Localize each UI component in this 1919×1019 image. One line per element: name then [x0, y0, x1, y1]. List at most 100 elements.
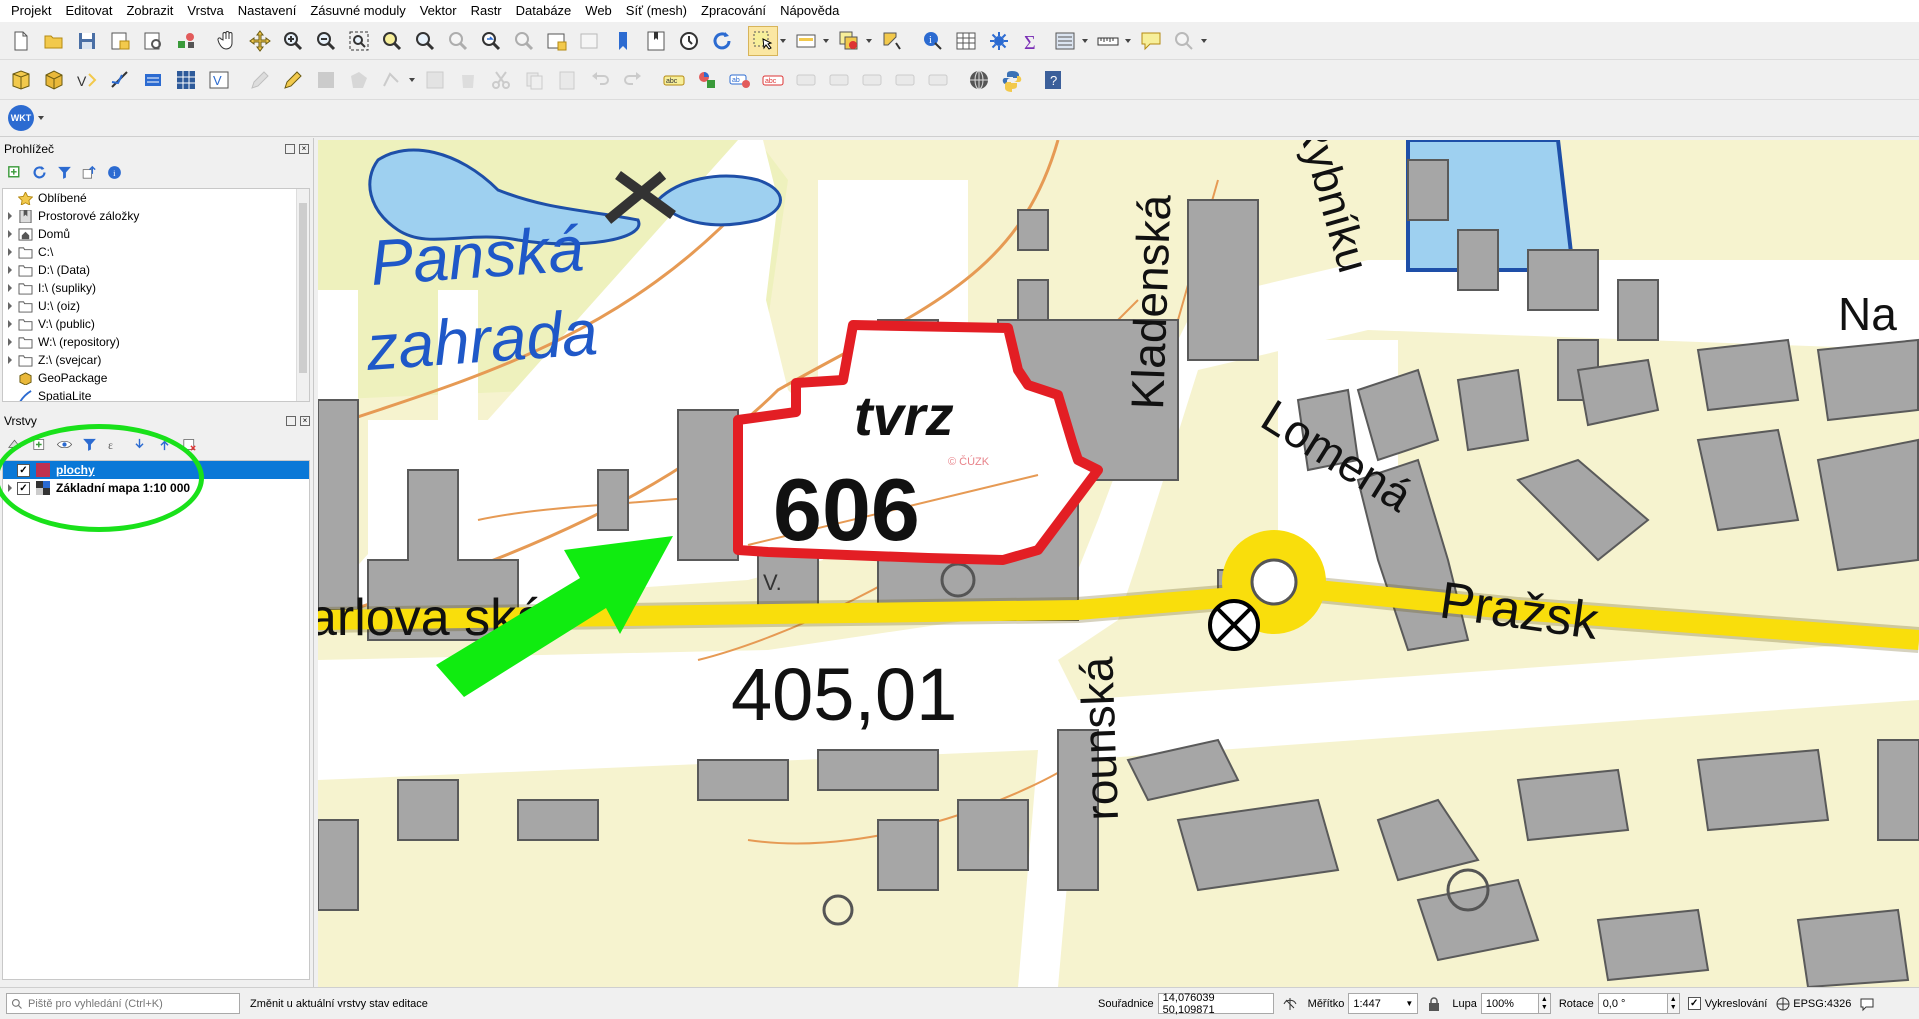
new-virtual-layer-icon[interactable]	[138, 65, 168, 95]
open-layer-styling-icon[interactable]	[6, 436, 23, 453]
deselect-dropdown[interactable]	[864, 29, 873, 53]
add-layer-icon[interactable]	[6, 164, 23, 181]
new-3d-view-icon[interactable]	[575, 26, 605, 56]
processing-toolbox-icon[interactable]	[984, 26, 1014, 56]
browser-item-0[interactable]: Oblíbené	[3, 189, 309, 207]
new-print-layout-icon[interactable]	[105, 26, 135, 56]
menu-item-4[interactable]: Nastavení	[231, 0, 304, 22]
coordinate-toggle-icon[interactable]	[1280, 994, 1300, 1014]
zoom-next-icon[interactable]	[509, 26, 539, 56]
expand-arrow-icon[interactable]	[3, 338, 17, 346]
menu-item-6[interactable]: Vektor	[413, 0, 464, 22]
close-panel-icon[interactable]: ×	[299, 144, 309, 154]
identify-features-icon[interactable]: i	[918, 26, 948, 56]
browser-item-9[interactable]: Z:\ (svejcar)	[3, 351, 309, 369]
select-by-value-dropdown[interactable]	[821, 29, 830, 53]
pan-to-selection-icon[interactable]	[245, 26, 275, 56]
close-panel-icon[interactable]: ×	[300, 416, 310, 426]
scale-field[interactable]: 1:447 ▼	[1348, 993, 1419, 1014]
attributes-panel-icon[interactable]	[1050, 26, 1080, 56]
browser-item-8[interactable]: W:\ (repository)	[3, 333, 309, 351]
browser-item-7[interactable]: V:\ (public)	[3, 315, 309, 333]
zoom-to-selection-icon[interactable]	[377, 26, 407, 56]
add-feature-icon[interactable]	[344, 65, 374, 95]
select-location-icon[interactable]	[877, 26, 907, 56]
locator-dropdown[interactable]	[1199, 29, 1208, 53]
attributes-dropdown[interactable]	[1080, 29, 1089, 53]
rotate-label-icon[interactable]	[824, 65, 854, 95]
pan-map-icon[interactable]	[212, 26, 242, 56]
filter-browser-icon[interactable]	[56, 164, 73, 181]
open-project-icon[interactable]	[39, 26, 69, 56]
refresh-icon[interactable]	[707, 26, 737, 56]
measure-dropdown[interactable]	[1123, 29, 1132, 53]
wkt-dropdown[interactable]	[36, 106, 45, 130]
temporal-controller-icon[interactable]	[674, 26, 704, 56]
diagram-options-icon[interactable]	[692, 65, 722, 95]
filter-legend-icon[interactable]	[81, 436, 98, 453]
browser-item-11[interactable]: SpatiaLite	[3, 387, 309, 401]
browser-item-6[interactable]: U:\ (oiz)	[3, 297, 309, 315]
highlight-pinned-labels-icon[interactable]: ab	[725, 65, 755, 95]
help-icon[interactable]: ?	[1038, 65, 1068, 95]
menu-item-12[interactable]: Nápověda	[773, 0, 846, 22]
vertex-tool-icon[interactable]	[377, 65, 407, 95]
save-edits-icon[interactable]	[311, 65, 341, 95]
locator-search[interactable]: Piště pro vyhledání (Ctrl+K)	[6, 993, 240, 1014]
change-label-icon[interactable]	[857, 65, 887, 95]
new-shapefile-layer-icon[interactable]: V	[72, 65, 102, 95]
show-hide-labels-icon[interactable]: abc	[758, 65, 788, 95]
zoom-full-icon[interactable]	[344, 26, 374, 56]
expand-arrow-icon[interactable]	[3, 266, 17, 274]
expand-all-icon[interactable]	[131, 436, 148, 453]
expand-arrow-icon[interactable]	[3, 230, 17, 238]
locator-search-icon[interactable]	[1169, 26, 1199, 56]
menu-item-7[interactable]: Rastr	[464, 0, 509, 22]
menu-item-11[interactable]: Zpracování	[694, 0, 773, 22]
zoom-native-icon[interactable]	[443, 26, 473, 56]
scrollbar-thumb[interactable]	[299, 203, 307, 373]
add-wms-icon[interactable]: V	[204, 65, 234, 95]
move-diagram-icon[interactable]	[923, 65, 953, 95]
browser-item-5[interactable]: I:\ (supliky)	[3, 279, 309, 297]
rotation-field[interactable]: 0,0 °	[1597, 993, 1668, 1014]
new-geopackage-layer-icon[interactable]	[39, 65, 69, 95]
delete-selected-icon[interactable]	[453, 65, 483, 95]
crs-label[interactable]: EPSG:4326	[1793, 998, 1851, 1010]
collapse-layers-icon[interactable]	[156, 436, 173, 453]
float-panel-icon[interactable]	[286, 416, 296, 426]
browser-item-10[interactable]: GeoPackage	[3, 369, 309, 387]
expand-arrow-icon[interactable]	[3, 212, 17, 220]
zoom-out-icon[interactable]	[311, 26, 341, 56]
refresh-browser-icon[interactable]	[31, 164, 48, 181]
map-tips-icon[interactable]	[1136, 26, 1166, 56]
expand-arrow-icon[interactable]	[3, 484, 17, 492]
layer-row-1[interactable]: ✓ Základní mapa 1:10 000	[3, 479, 309, 497]
select-features-dropdown[interactable]	[778, 29, 787, 53]
new-map-view-icon[interactable]	[542, 26, 572, 56]
render-checkbox[interactable]: ✓	[1687, 997, 1701, 1010]
expand-arrow-icon[interactable]	[3, 356, 17, 364]
layer-visibility-checkbox[interactable]: ✓	[17, 463, 30, 477]
current-edits-icon[interactable]	[245, 65, 275, 95]
toggle-editing-icon[interactable]	[278, 65, 308, 95]
add-raster-icon[interactable]	[171, 65, 201, 95]
wkt-plugin-icon[interactable]: WKT	[6, 103, 36, 133]
statistics-icon[interactable]: Σ	[1017, 26, 1047, 56]
zoom-to-layer-icon[interactable]	[410, 26, 440, 56]
map-canvas[interactable]: Panská zahrada tvrz 606 405,01 © ČÚZK V.…	[318, 140, 1919, 987]
add-group-icon[interactable]	[31, 436, 48, 453]
expand-arrow-icon[interactable]	[3, 248, 17, 256]
filter-expression-icon[interactable]: ε	[106, 436, 123, 453]
new-spatial-bookmark-icon[interactable]	[608, 26, 638, 56]
browser-scrollbar[interactable]	[296, 189, 309, 401]
layout-manager-icon[interactable]	[138, 26, 168, 56]
menu-item-9[interactable]: Web	[578, 0, 619, 22]
crs-icon[interactable]	[1773, 994, 1793, 1014]
remove-layer-icon[interactable]	[181, 436, 198, 453]
layer-row-0[interactable]: ✓ plochy	[3, 461, 309, 479]
label-toolbar-icon[interactable]: abc	[659, 65, 689, 95]
vertex-tool-dropdown[interactable]	[407, 68, 416, 92]
zoom-last-icon[interactable]	[476, 26, 506, 56]
expand-arrow-icon[interactable]	[3, 320, 17, 328]
